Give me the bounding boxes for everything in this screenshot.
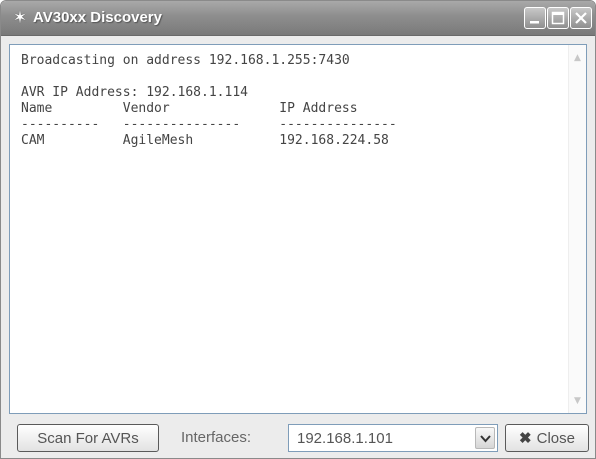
close-icon	[575, 12, 587, 24]
output-text: Broadcasting on address 192.168.1.255:74…	[21, 53, 397, 149]
output-line: AVR IP Address: 192.168.1.114	[21, 85, 248, 100]
discovery-window: ✶ AV30xx Discovery Broadcasting on addre…	[0, 0, 596, 459]
output-line: CAM AgileMesh 192.168.224.58	[21, 133, 389, 148]
output-line: Name Vendor IP Address	[21, 101, 358, 116]
interfaces-selected-value: 192.168.1.101	[297, 430, 393, 447]
interfaces-label: Interfaces:	[181, 429, 252, 446]
minimize-icon	[530, 21, 539, 24]
bottom-toolbar: Scan For AVRs Interfaces: 192.168.1.101 …	[1, 419, 595, 457]
close-button-label: Close	[536, 429, 575, 447]
window-title: AV30xx Discovery	[33, 9, 162, 26]
maximize-button[interactable]	[547, 7, 569, 29]
star-icon: ✶	[12, 8, 28, 28]
maximize-icon	[551, 11, 565, 25]
scroll-up-icon[interactable]: ▲	[572, 53, 583, 64]
close-x-icon: ✖	[519, 430, 532, 447]
chevron-down-icon	[480, 435, 491, 443]
discovery-output-area[interactable]: Broadcasting on address 192.168.1.255:74…	[9, 44, 587, 414]
scroll-down-icon[interactable]: ▼	[572, 396, 583, 407]
interfaces-select[interactable]: 192.168.1.101	[288, 424, 498, 452]
close-button[interactable]: ✖ Close	[505, 424, 589, 452]
title-bar[interactable]: ✶ AV30xx Discovery	[1, 1, 595, 36]
dropdown-button[interactable]	[475, 427, 495, 449]
scan-for-avrs-button[interactable]: Scan For AVRs	[17, 424, 159, 452]
output-line: Broadcasting on address 192.168.1.255:74…	[21, 53, 350, 68]
close-window-button[interactable]	[570, 7, 592, 29]
minimize-button[interactable]	[524, 7, 546, 29]
vertical-scrollbar[interactable]: ▲ ▼	[568, 45, 586, 413]
output-line: ---------- --------------- -------------…	[21, 117, 397, 132]
